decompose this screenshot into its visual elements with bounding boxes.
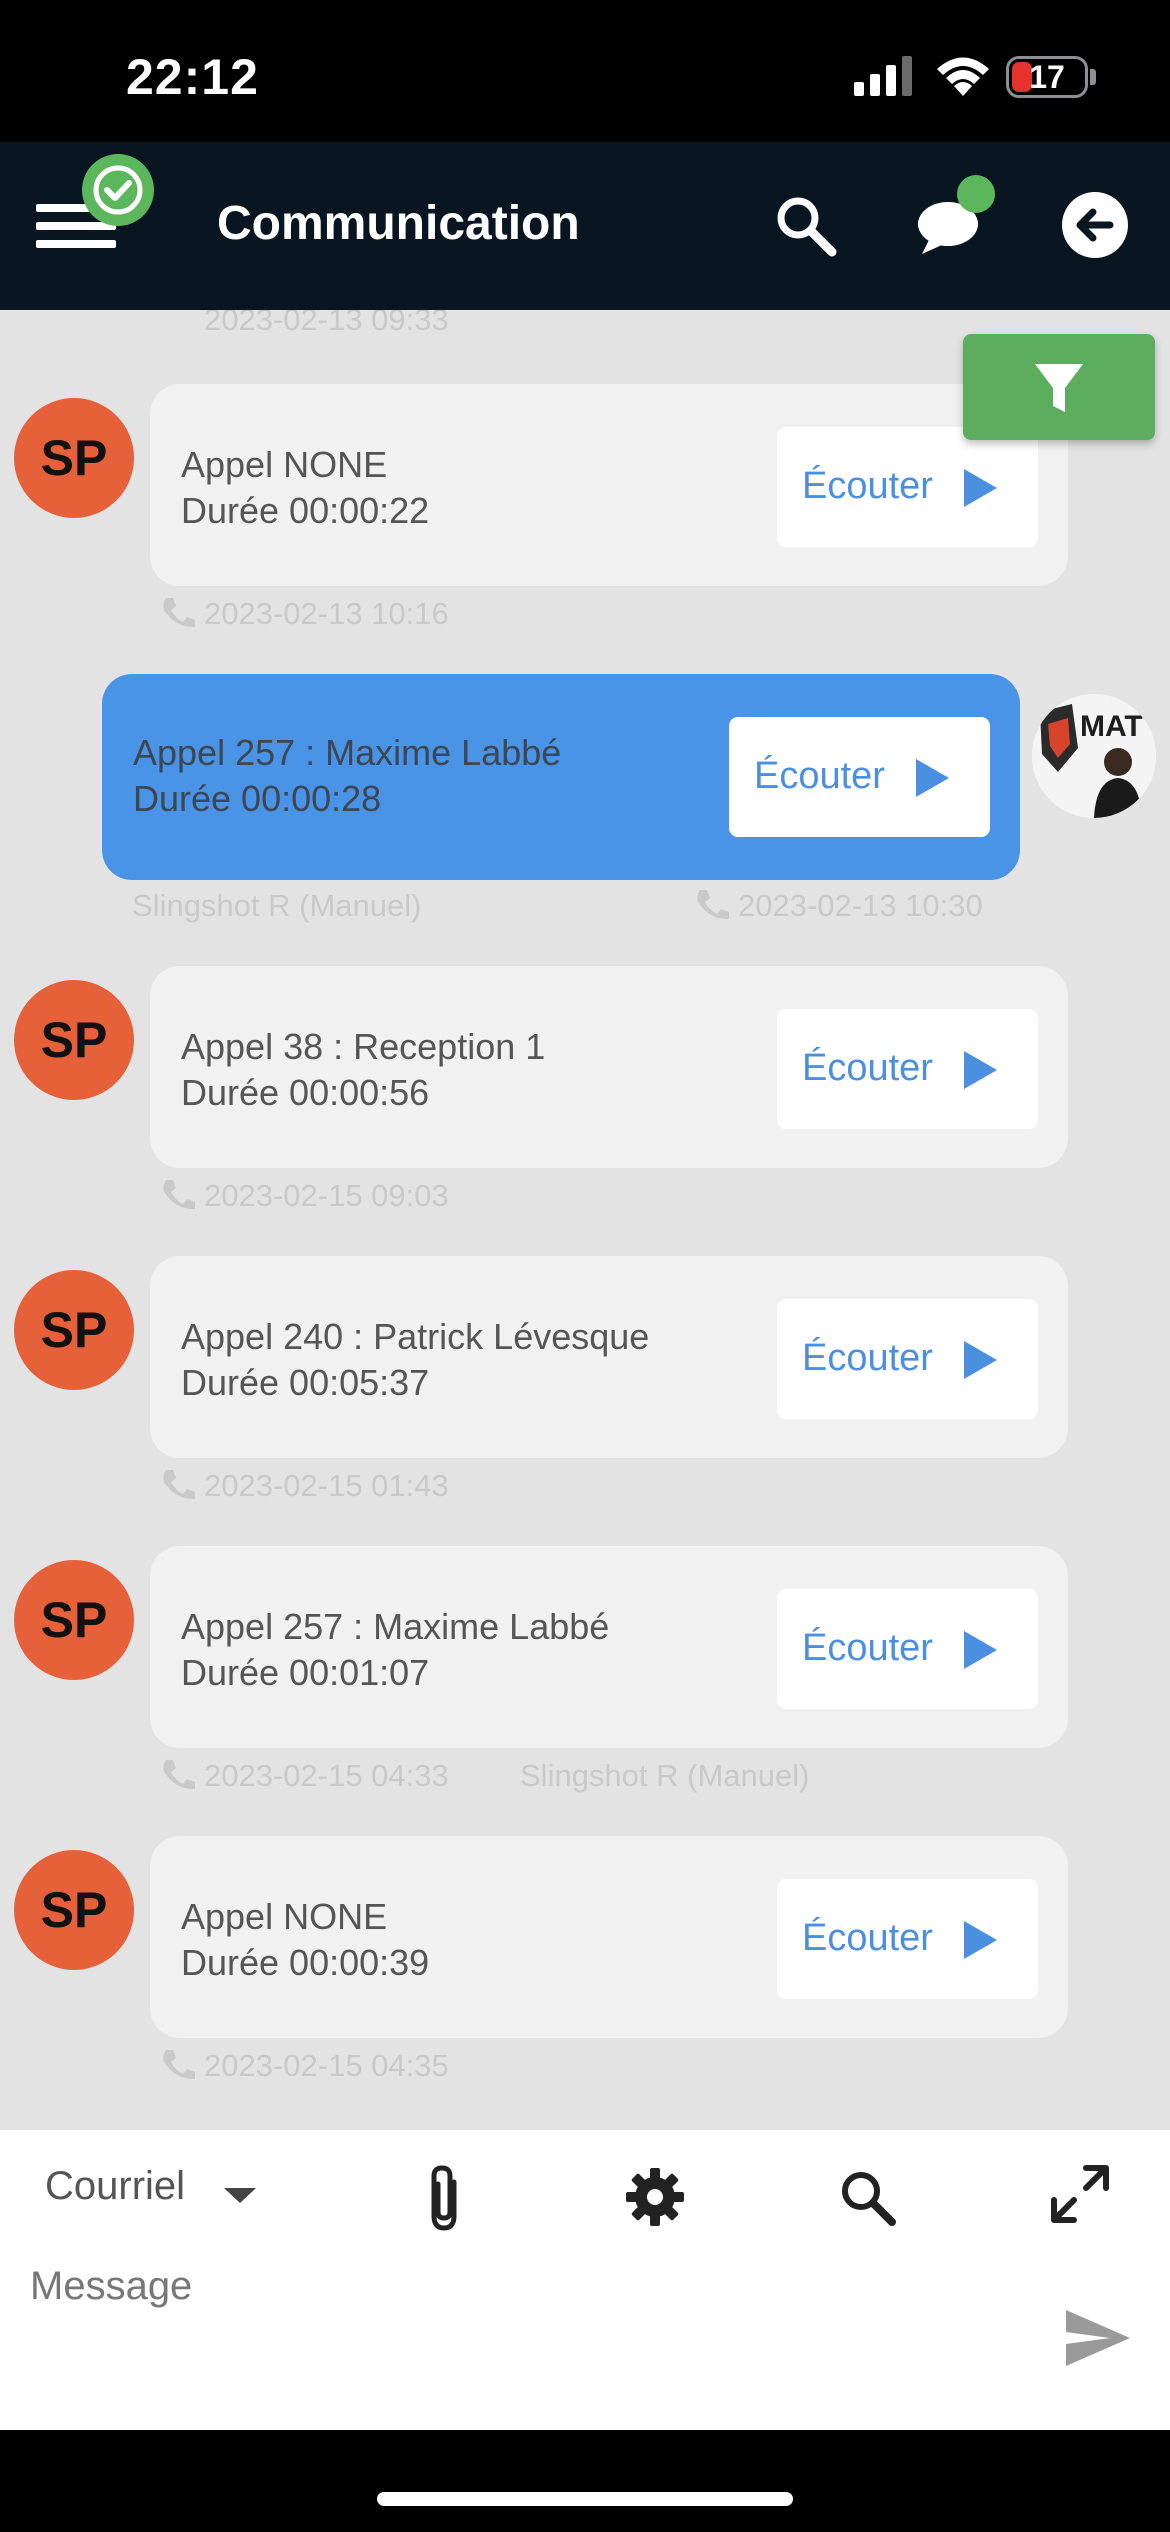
settings-icon[interactable]: [624, 2166, 686, 2228]
call-title: Appel NONE: [181, 1896, 388, 1937]
message-bubble: Appel NONE Durée 00:00:39 Écouter: [150, 1836, 1068, 2038]
phone-icon: [163, 598, 195, 628]
call-duration: Durée 00:00:56: [181, 1072, 430, 1113]
own-message-bubble: Appel 257 : Maxime Labbé Durée 00:00:28 …: [102, 674, 1020, 880]
phone-icon: [163, 2050, 195, 2080]
status-bar: 22:12 17: [0, 0, 1170, 142]
message-meta: 2023-02-13 10:16: [160, 596, 449, 632]
listen-label: Écouter: [802, 1337, 933, 1379]
call-title: Appel 240 : Patrick Lévesque: [181, 1316, 650, 1357]
message-meta: 2023-02-15 01:43: [160, 1468, 449, 1504]
play-icon: [964, 1921, 997, 1959]
sender-name: Slingshot R (Manuel): [520, 1758, 810, 1793]
listen-button[interactable]: Écouter: [777, 1009, 1038, 1129]
message-meta: 2023-02-15 09:03: [160, 1178, 449, 1214]
message-input[interactable]: [30, 2256, 1030, 2316]
channel-select[interactable]: Courriel: [45, 2164, 185, 2209]
call-title: Appel 38 : Reception 1: [181, 1026, 546, 1067]
listen-button[interactable]: Écouter: [777, 1589, 1038, 1709]
message-bubble: Appel 38 : Reception 1 Durée 00:00:56 Éc…: [150, 966, 1068, 1168]
send-icon[interactable]: [1062, 2306, 1134, 2370]
call-duration: Durée 00:01:07: [181, 1652, 430, 1693]
phone-icon: [163, 1180, 195, 1210]
expand-icon[interactable]: [1048, 2162, 1112, 2226]
call-duration: Durée 00:05:37: [181, 1362, 430, 1403]
back-arrow-icon[interactable]: [1062, 192, 1128, 258]
message-meta: 2023-02-15 04:33: [160, 1758, 449, 1794]
wifi-icon: [937, 57, 989, 96]
filter-icon: [1035, 364, 1083, 412]
call-duration: Durée 00:00:22: [181, 490, 430, 531]
filter-button[interactable]: [963, 334, 1155, 440]
chevron-down-icon[interactable]: [224, 2188, 256, 2203]
listen-label: Écouter: [802, 1917, 933, 1959]
call-duration: Durée 00:00:39: [181, 1942, 430, 1983]
avatar: SP: [14, 980, 134, 1100]
avatar: SP: [14, 1270, 134, 1390]
listen-button[interactable]: Écouter: [777, 1299, 1038, 1419]
play-icon: [964, 1631, 997, 1669]
play-icon: [964, 469, 997, 507]
listen-label: Écouter: [802, 465, 933, 507]
play-icon: [964, 1051, 997, 1089]
avatar: SP: [14, 398, 134, 518]
listen-label: Écouter: [754, 755, 885, 797]
signal-icon: [854, 56, 912, 96]
attach-icon[interactable]: [418, 2162, 470, 2234]
message-list[interactable]: 2023-02-13 09:33 SP Appel NONE Durée 00:…: [0, 310, 1170, 2130]
phone-icon: [697, 890, 729, 920]
avatar: SP: [14, 1560, 134, 1680]
app-bar: Communication: [0, 142, 1170, 310]
sender-name: Slingshot R (Manuel): [132, 888, 422, 923]
message-bubble: Appel 257 : Maxime Labbé Durée 00:01:07 …: [150, 1546, 1068, 1748]
chat-icon[interactable]: [908, 172, 1008, 272]
user-avatar: MAT: [1032, 694, 1156, 818]
composer: Courriel: [0, 2130, 1170, 2430]
message-bubble: Appel 240 : Patrick Lévesque Durée 00:05…: [150, 1256, 1068, 1458]
home-indicator[interactable]: [377, 2492, 793, 2506]
listen-button[interactable]: Écouter: [729, 717, 990, 837]
battery-percent: 17: [1029, 59, 1065, 95]
call-title: Appel 257 : Maxime Labbé: [133, 732, 562, 773]
page-title: Communication: [217, 197, 580, 250]
listen-button[interactable]: Écouter: [777, 427, 1038, 547]
call-duration: Durée 00:00:28: [133, 778, 382, 819]
status-time: 22:12: [126, 49, 259, 105]
play-icon: [916, 759, 949, 797]
message-bubble: Appel NONE Durée 00:00:22 Écouter: [150, 384, 1068, 586]
phone-icon: [163, 1470, 195, 1500]
battery-icon: 17: [1006, 56, 1088, 98]
logo-text: MAT: [1080, 710, 1143, 743]
listen-button[interactable]: Écouter: [777, 1879, 1038, 1999]
home-area: [0, 2430, 1170, 2532]
listen-label: Écouter: [802, 1627, 933, 1669]
call-title: Appel NONE: [181, 444, 388, 485]
call-title: Appel 257 : Maxime Labbé: [181, 1606, 610, 1647]
phone-icon: [163, 1760, 195, 1790]
check-icon: [82, 154, 154, 226]
phone-icon: [160, 310, 196, 334]
message-meta: 2023-02-13 09:33: [160, 310, 449, 338]
battery-nub: [1090, 69, 1096, 85]
search-icon[interactable]: [836, 2166, 898, 2228]
message-meta: 2023-02-15 04:35: [160, 2048, 449, 2084]
listen-label: Écouter: [802, 1047, 933, 1089]
search-icon[interactable]: [770, 190, 840, 260]
message-meta: 2023-02-13 10:30: [694, 888, 983, 924]
avatar: SP: [14, 1850, 134, 1970]
play-icon: [964, 1341, 997, 1379]
